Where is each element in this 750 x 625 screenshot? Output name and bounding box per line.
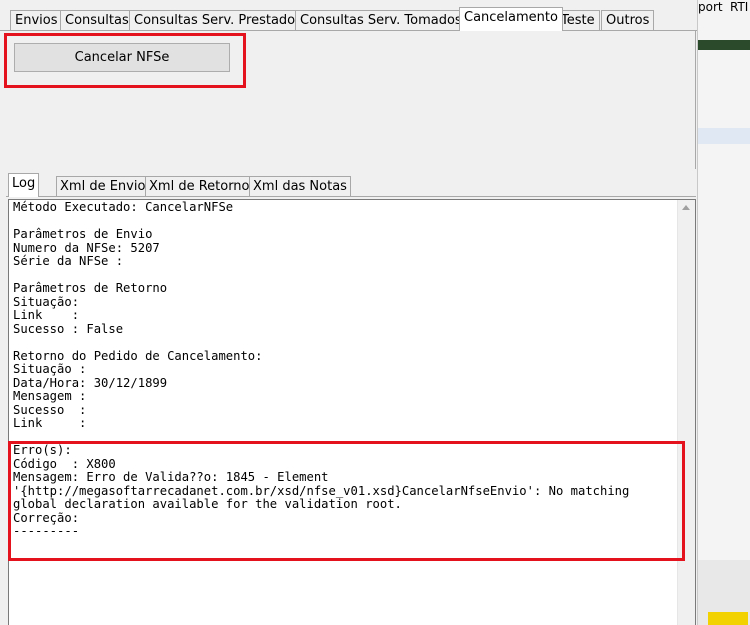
tab-outros[interactable]: Outros bbox=[601, 10, 655, 30]
log-line: Link : bbox=[13, 308, 80, 322]
log-line: Situação : bbox=[13, 362, 87, 376]
log-line: Parâmetros de Envio bbox=[13, 227, 153, 241]
tab-consultas-serv-prestados[interactable]: Consultas Serv. Prestados bbox=[129, 10, 307, 30]
log-text: Método Executado: CancelarNFSe Parâmetro… bbox=[13, 200, 677, 539]
background-application: port RTI bbox=[697, 0, 750, 625]
log-line: Numero da NFSe: 5207 bbox=[13, 240, 160, 255]
log-line: '{http://megasoftarrecadanet.com.br/xsd/… bbox=[13, 483, 630, 498]
background-app-block bbox=[698, 128, 750, 144]
log-line: Série da NFSe : bbox=[13, 254, 124, 268]
tab-cancelamento[interactable]: Cancelamento bbox=[459, 7, 563, 31]
background-app-block bbox=[698, 40, 750, 50]
log-textarea[interactable]: Método Executado: CancelarNFSe Parâmetro… bbox=[8, 199, 696, 625]
tab-consultas-serv-tomados[interactable]: Consultas Serv. Tomados bbox=[295, 10, 467, 30]
tab-consultas[interactable]: Consultas bbox=[60, 10, 134, 30]
tab-envios[interactable]: Envios bbox=[10, 10, 63, 30]
background-app-text: RTI bbox=[730, 0, 749, 14]
tab-xml-retorno[interactable]: Xml de Retorno bbox=[145, 176, 254, 196]
log-line: Mensagem : bbox=[13, 389, 87, 403]
log-line: Sucesso : False bbox=[13, 321, 124, 336]
background-app-text: port bbox=[698, 0, 723, 14]
log-line: Método Executado: CancelarNFSe bbox=[13, 200, 234, 214]
log-line: Código : X800 bbox=[13, 456, 116, 471]
log-line: global declaration available for the val… bbox=[13, 497, 402, 511]
log-line: Retorno do Pedido de Cancelamento: bbox=[13, 348, 263, 363]
tab-log[interactable]: Log bbox=[8, 173, 40, 197]
background-app-block bbox=[708, 612, 748, 625]
tab-xml-notas[interactable]: Xml das Notas bbox=[249, 176, 351, 196]
log-line: --------- bbox=[13, 524, 80, 538]
log-line: Sucesso : bbox=[13, 402, 87, 417]
vertical-scrollbar[interactable] bbox=[677, 200, 695, 625]
log-line: Erro(s): bbox=[13, 443, 72, 457]
log-line: Correção: bbox=[13, 510, 80, 525]
scroll-up-icon[interactable] bbox=[682, 205, 690, 210]
tab-xml-envio[interactable]: Xml de Envio bbox=[56, 176, 150, 196]
log-line: Link : bbox=[13, 416, 87, 430]
log-line: Parâmetros de Retorno bbox=[13, 281, 168, 295]
log-line: Mensagem: Erro de Valida??o: 1845 - Elem… bbox=[13, 470, 329, 484]
cancelar-nfse-button[interactable]: Cancelar NFSe bbox=[14, 43, 230, 72]
log-line: Situação: bbox=[13, 294, 80, 309]
log-line: Data/Hora: 30/12/1899 bbox=[13, 375, 168, 390]
